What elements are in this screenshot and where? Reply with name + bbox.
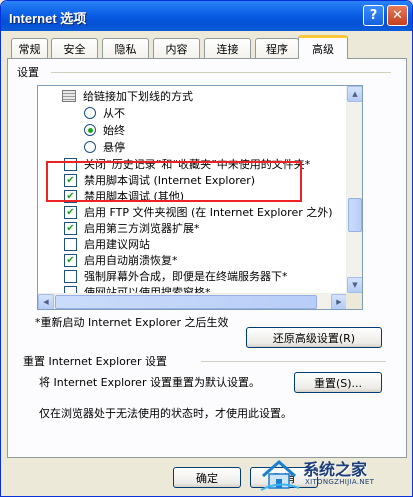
- vertical-scroll-thumb[interactable]: [348, 198, 362, 232]
- ok-button[interactable]: 确定: [173, 467, 241, 488]
- checkbox-checked[interactable]: ✔: [64, 221, 77, 235]
- radio-button[interactable]: [84, 141, 96, 153]
- group-divider: [51, 72, 391, 73]
- watermark-text: 系统之家: [303, 460, 368, 479]
- tab-content[interactable]: 内容: [153, 38, 200, 58]
- close-icon: ✕: [392, 8, 403, 23]
- radio-label: 悬停: [103, 141, 125, 154]
- checkbox-suggested-sites[interactable]: 启用建议网站: [64, 236, 150, 252]
- list-item-underline-group: 给链接加下划线的方式: [62, 88, 193, 104]
- tab-label: 高级: [312, 42, 334, 56]
- radio-button[interactable]: [84, 107, 96, 119]
- vertical-scrollbar[interactable]: ▲ ▼: [346, 86, 362, 293]
- internet-options-dialog: Internet 选项 ? ✕ 常规 安全 隐私 内容 连接 程序 高级 设置 …: [0, 0, 413, 497]
- checkbox-label: 启用建议网站: [84, 238, 150, 251]
- checkbox-checked[interactable]: ✔: [64, 205, 77, 219]
- help-icon: ?: [369, 8, 378, 23]
- tab-security[interactable]: 安全: [51, 38, 98, 58]
- checkbox-offscreen-compositing[interactable]: 强制屏幕外合成，即便是在终端服务器下*: [64, 268, 288, 284]
- checkbox-crash-recovery[interactable]: ✔ 启用自动崩溃恢复*: [64, 252, 178, 268]
- reset-note: 仅在浏览器处于无法使用的状态时，才使用此设置。: [39, 407, 292, 420]
- reset-divider: [201, 361, 386, 362]
- tab-label: 安全: [63, 42, 86, 56]
- scroll-up-button[interactable]: ▲: [347, 86, 362, 102]
- restart-note: *重新启动 Internet Explorer 之后生效: [35, 316, 229, 329]
- horizontal-scrollbar[interactable]: ◀ ▶: [38, 293, 347, 309]
- radio-hover[interactable]: 悬停: [84, 139, 125, 155]
- tab-advanced[interactable]: 高级: [298, 35, 348, 59]
- button-label: 还原高级设置(R): [272, 331, 356, 345]
- checkbox[interactable]: [64, 269, 77, 283]
- arrow-down-icon: ▼: [352, 281, 358, 289]
- help-button[interactable]: ?: [363, 5, 384, 26]
- watermark-url: XITONGZHIJIA.NET: [305, 478, 375, 486]
- checkbox-label: 强制屏幕外合成，即便是在终端服务器下*: [84, 270, 288, 283]
- radio-label: 从不: [103, 107, 125, 120]
- check-icon: ✔: [66, 254, 75, 266]
- settings-group-label: 设置: [17, 66, 39, 79]
- checkbox[interactable]: [64, 237, 77, 251]
- tab-programs[interactable]: 程序: [255, 38, 299, 58]
- tab-general[interactable]: 常规: [11, 38, 48, 58]
- list-item-label: 给链接加下划线的方式: [83, 90, 193, 103]
- scroll-down-button[interactable]: ▼: [347, 277, 362, 293]
- checkbox-ftp-folder-view[interactable]: ✔ 启用 FTP 文件夹视图 (在 Internet Explorer 之外): [64, 204, 333, 220]
- check-icon: ✔: [66, 206, 75, 218]
- window-title: Internet 选项: [9, 11, 87, 26]
- radio-button-selected[interactable]: [84, 124, 96, 136]
- scrollbar-corner: [346, 293, 362, 309]
- title-bar[interactable]: Internet 选项 ? ✕: [1, 1, 412, 31]
- arrow-left-icon: ◀: [43, 298, 49, 306]
- annotation-highlight-box: [46, 161, 302, 202]
- tab-label: 内容: [165, 42, 188, 56]
- tab-label: 程序: [266, 42, 288, 56]
- checkbox-third-party-extensions[interactable]: ✔ 启用第三方浏览器扩展*: [64, 220, 200, 236]
- settings-group-icon: [62, 90, 76, 102]
- scroll-left-button[interactable]: ◀: [38, 294, 54, 309]
- checkbox-checked[interactable]: ✔: [64, 253, 77, 267]
- button-label: 重置(S)...: [313, 376, 363, 390]
- tab-connections[interactable]: 连接: [204, 38, 251, 58]
- reset-description: 将 Internet Explorer 设置重置为默认设置。: [39, 376, 260, 389]
- tab-label: 隐私: [114, 42, 137, 56]
- radio-always[interactable]: 始终: [84, 122, 125, 138]
- checkbox-label: 启用第三方浏览器扩展*: [84, 222, 200, 235]
- reset-button[interactable]: 重置(S)...: [294, 372, 382, 393]
- checkbox-label: 启用 FTP 文件夹视图 (在 Internet Explorer 之外): [84, 206, 333, 219]
- button-label: 确定: [196, 471, 218, 485]
- tab-label: 连接: [216, 42, 239, 56]
- close-button[interactable]: ✕: [387, 5, 408, 26]
- check-icon: ✔: [66, 222, 75, 234]
- tab-label: 常规: [18, 42, 41, 56]
- radio-never[interactable]: 从不: [84, 105, 125, 121]
- checkbox-label: 启用自动崩溃恢复*: [84, 254, 178, 267]
- tab-privacy[interactable]: 隐私: [102, 38, 149, 58]
- scroll-right-button[interactable]: ▶: [331, 294, 347, 309]
- horizontal-scroll-thumb[interactable]: [55, 295, 317, 309]
- restore-advanced-button[interactable]: 还原高级设置(R): [246, 327, 382, 348]
- reset-heading: 重置 Internet Explorer 设置: [23, 355, 167, 368]
- arrow-up-icon: ▲: [352, 90, 358, 98]
- radio-label: 始终: [103, 124, 125, 137]
- radio-dot-icon: [87, 127, 93, 133]
- watermark-logo: 系统之家 XITONGZHIJIA.NET: [257, 450, 407, 495]
- arrow-right-icon: ▶: [336, 298, 342, 306]
